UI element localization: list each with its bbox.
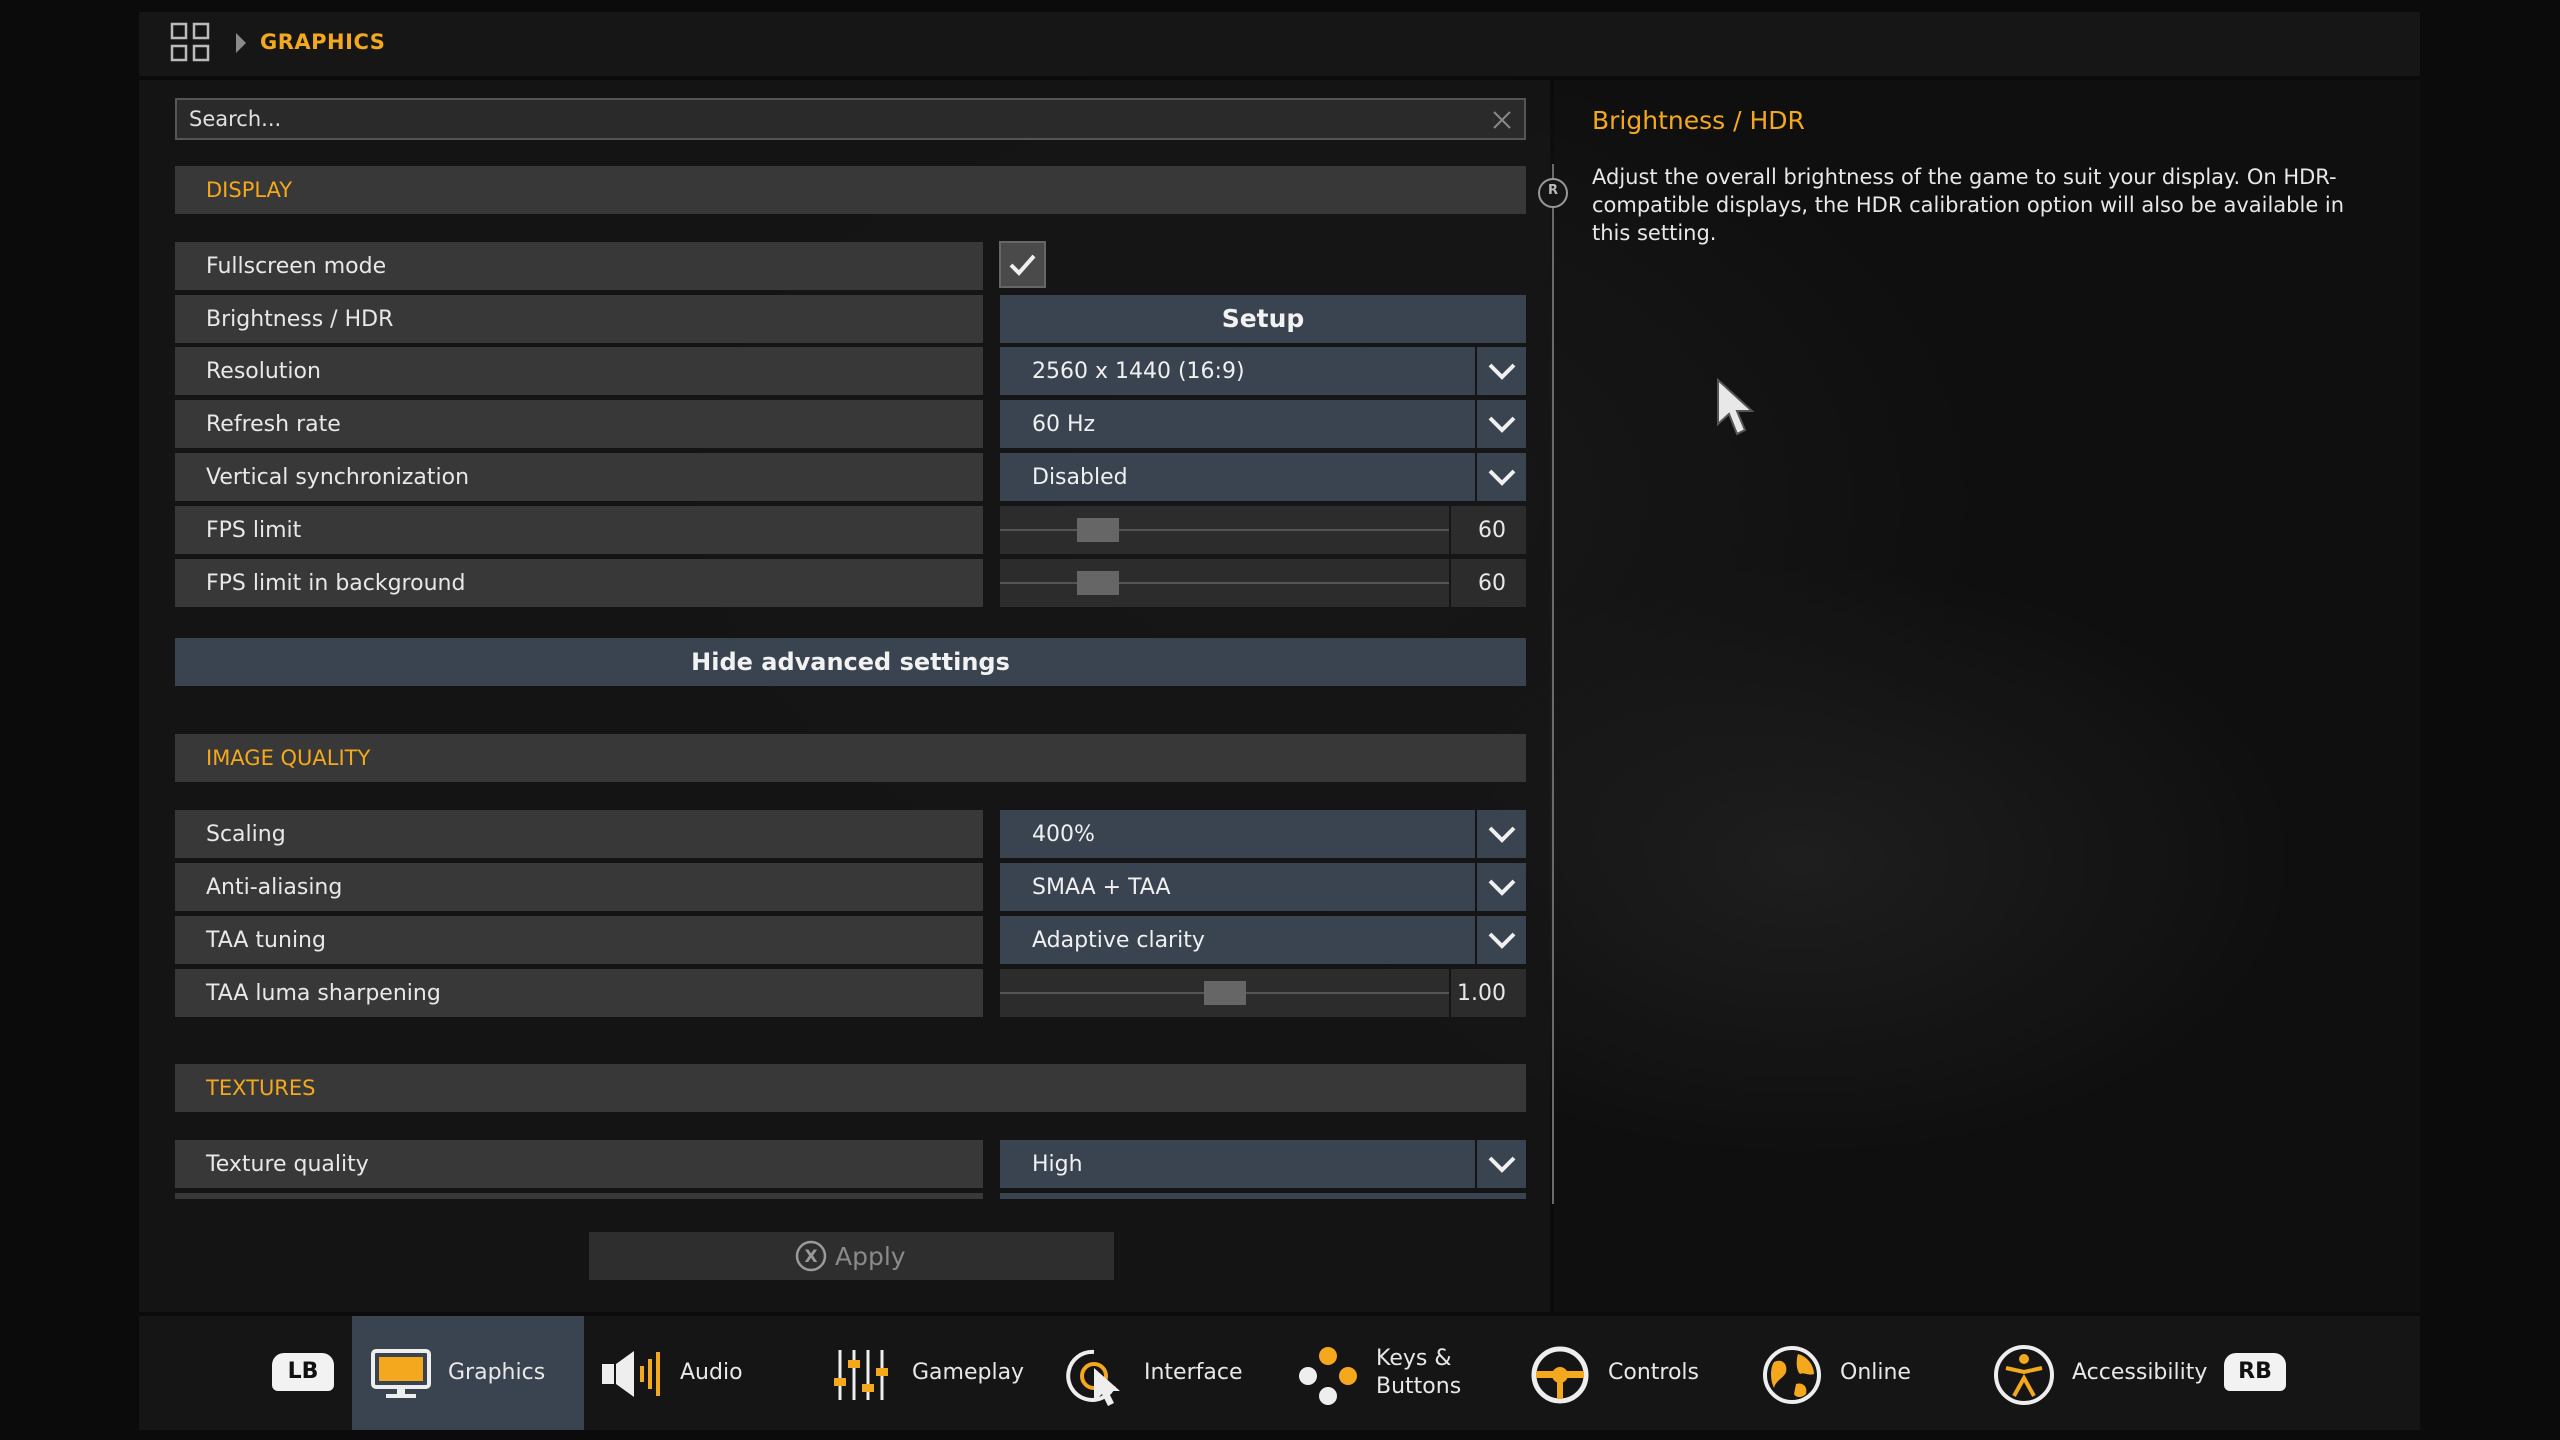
tab-online[interactable]: Online [1756,1316,1976,1430]
chevron-down-icon [1488,932,1516,949]
texture-quality-dropdown[interactable]: High [1000,1140,1475,1188]
buttons-icon [1299,1347,1357,1405]
scaling-dropdown[interactable]: 400% [1000,810,1475,858]
apply-label: Apply [835,1242,906,1271]
pointer-icon [1066,1349,1120,1406]
brightness-setup-button[interactable]: Setup [1000,295,1526,343]
fps-limit-value: 60 [1451,506,1526,554]
info-title: Brightness / HDR [1592,106,1805,135]
chevron-down-icon [1488,416,1516,433]
x-button-icon: X [795,1240,827,1272]
anti-aliasing-dropdown-button[interactable] [1477,863,1526,911]
section-header-textures: TEXTURES [175,1064,1526,1112]
fps-limit-slider[interactable] [1000,506,1449,554]
taa-tuning-dropdown-button[interactable] [1477,916,1526,964]
setting-label-fps-limit-background: FPS limit in background [175,559,983,607]
tab-accessibility[interactable]: Accessibility [1988,1316,2218,1430]
setting-label-vsync: Vertical synchronization [175,453,983,501]
resolution-dropdown[interactable]: 2560 x 1440 (16:9) [1000,347,1475,395]
scaling-dropdown-button[interactable] [1477,810,1526,858]
breadcrumb: GRAPHICS [260,30,386,54]
refresh-rate-dropdown[interactable]: 60 Hz [1000,400,1475,448]
setting-label-anti-aliasing: Anti-aliasing [175,863,983,911]
vsync-dropdown[interactable]: Disabled [1000,453,1475,501]
info-panel [1554,80,2420,1312]
lb-bumper-icon[interactable]: LB [272,1353,334,1391]
fps-limit-background-slider[interactable] [1000,559,1449,607]
tab-gameplay[interactable]: Gameplay [826,1316,1046,1430]
close-icon[interactable] [1490,108,1514,132]
svg-text:X: X [804,1247,817,1267]
setting-label-texture-quality: Texture quality [175,1140,983,1188]
monitor-icon [371,1349,431,1398]
globe-icon [1763,1346,1821,1404]
refresh-rate-dropdown-button[interactable] [1477,400,1526,448]
chevron-down-icon [1488,826,1516,843]
search-input[interactable] [189,100,1469,138]
setting-label-scaling: Scaling [175,810,983,858]
setting-label-refresh-rate: Refresh rate [175,400,983,448]
tab-keys-buttons[interactable]: Keys & Buttons [1292,1316,1512,1430]
setting-label-taa-sharpening: TAA luma sharpening [175,969,983,1017]
taa-tuning-dropdown[interactable]: Adaptive clarity [1000,916,1475,964]
setting-label-brightness: Brightness / HDR [175,295,983,343]
taa-sharpening-slider[interactable] [1000,969,1449,1017]
vsync-dropdown-button[interactable] [1477,453,1526,501]
section-header-image-quality: IMAGE QUALITY [175,734,1526,782]
chevron-down-icon [1488,469,1516,486]
setting-control-partial [1000,1193,1526,1199]
slider-track [1000,529,1449,531]
section-header-display: DISPLAY [175,166,1526,214]
hide-advanced-settings-button[interactable]: Hide advanced settings [175,638,1526,686]
tab-graphics[interactable]: Graphics [352,1316,584,1430]
tab-interface[interactable]: Interface [1060,1316,1280,1430]
setting-row-partial [175,1193,983,1199]
tab-controls[interactable]: Controls [1524,1316,1744,1430]
breadcrumb-arrow-icon [236,33,246,53]
setting-label-taa-tuning: TAA tuning [175,916,983,964]
scrollbar-thumb[interactable]: R [1538,178,1568,208]
top-bar [139,12,2420,76]
chevron-down-icon [1488,1156,1516,1173]
setting-label-fullscreen: Fullscreen mode [175,242,983,290]
mouse-cursor-icon [1717,378,1755,436]
sliders-icon [834,1350,888,1400]
info-description: Adjust the overall brightness of the gam… [1592,165,2345,245]
speaker-icon [602,1351,660,1397]
slider-track [1000,582,1449,584]
checkmark-icon [1009,254,1036,276]
setting-label-resolution: Resolution [175,347,983,395]
slider-thumb[interactable] [1204,981,1246,1005]
scrollbar-track[interactable] [1552,164,1554,1204]
slider-thumb[interactable] [1077,518,1119,542]
anti-aliasing-dropdown[interactable]: SMAA + TAA [1000,863,1475,911]
fps-limit-background-value: 60 [1451,559,1526,607]
accessibility-icon [1994,1345,2054,1405]
setting-label-fps-limit: FPS limit [175,506,983,554]
taa-sharpening-value: 1.00 [1451,969,1526,1017]
steering-wheel-icon [1531,1346,1589,1404]
rb-bumper-icon[interactable]: RB [2224,1353,2286,1391]
tab-audio[interactable]: Audio [590,1316,810,1430]
slider-thumb[interactable] [1077,571,1119,595]
chevron-down-icon [1488,879,1516,896]
texture-quality-dropdown-button[interactable] [1477,1140,1526,1188]
fullscreen-checkbox[interactable] [999,241,1046,288]
menu-grid-icon[interactable] [170,22,210,62]
resolution-dropdown-button[interactable] [1477,347,1526,395]
chevron-down-icon [1488,363,1516,380]
